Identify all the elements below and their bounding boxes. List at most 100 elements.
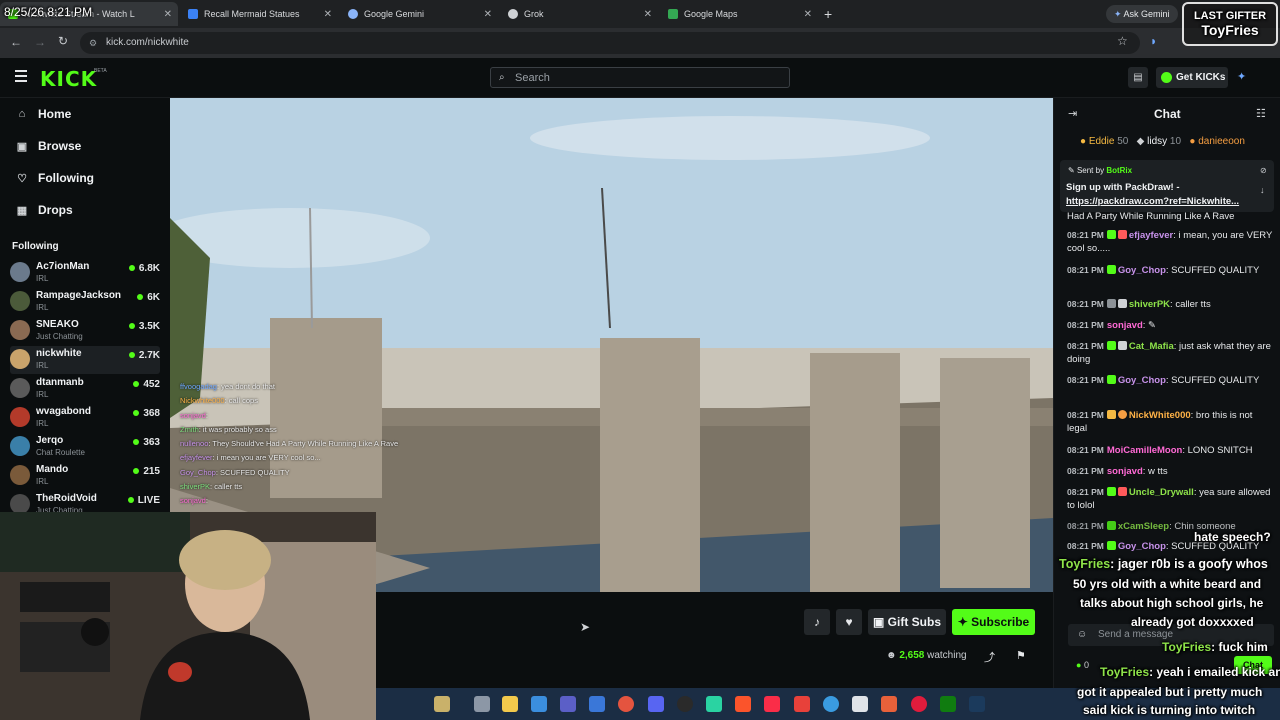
mouse-cursor-icon: ➤ — [580, 620, 591, 634]
notification-bell-button[interactable]: ♪ — [804, 609, 830, 635]
overlay-chat-line: ffvoogadag: yea dont do that — [180, 382, 275, 391]
site-info-icon[interactable]: ⚙ — [89, 32, 97, 54]
following-channel-nickwhite[interactable]: nickwhite IRL 2.7K — [10, 346, 160, 374]
chat-username[interactable]: xCamSleep — [1118, 521, 1169, 532]
gift-subs-label: Gift Subs — [887, 615, 941, 629]
share-icon[interactable]: ⤴ — [984, 649, 995, 665]
following-channel-rampagejackson[interactable]: RampageJackson IRL 6K — [10, 288, 160, 316]
tab-recall-mermaid[interactable]: Recall Mermaid Statues ✕ — [180, 2, 338, 26]
tab-google-gemini[interactable]: Google Gemini ✕ — [340, 2, 498, 26]
menu-hamburger-icon[interactable] — [15, 70, 27, 82]
chat-username[interactable]: sonjavd — [1107, 466, 1143, 477]
sub-badge-icon — [1106, 265, 1116, 274]
report-icon[interactable]: ⚑ — [1016, 649, 1026, 662]
nav-following[interactable]: ♡ Following — [16, 171, 94, 185]
following-channel-ac7ionman[interactable]: Ac7ionMan IRL 6.8K — [10, 259, 160, 287]
live-dot-icon — [133, 439, 140, 445]
channel-name: TheRoidVoid — [36, 493, 97, 504]
gifter-chip[interactable]: ● Eddie 50 — [1080, 136, 1128, 147]
file-explorer-icon[interactable] — [502, 696, 518, 712]
ask-gemini-button[interactable]: ✦ Ask Gemini — [1106, 5, 1178, 23]
nav-label: Browse — [38, 139, 82, 153]
subscribe-label: Subscribe — [971, 615, 1030, 629]
opera-icon[interactable] — [911, 696, 927, 712]
search-input[interactable]: ⌕ Search — [490, 67, 790, 88]
following-section-title: Following — [12, 241, 59, 252]
chat-username[interactable]: NickWhite000 — [1129, 410, 1191, 421]
store-icon[interactable] — [589, 696, 605, 712]
overlay-chat-user: Zmith — [180, 424, 199, 434]
bookmark-star-icon[interactable]: ☆ — [1117, 34, 1128, 48]
close-tab-icon[interactable]: ✕ — [484, 9, 492, 20]
back-arrow-icon[interactable]: ← — [10, 35, 22, 49]
chat-time: 08:21 PM — [1067, 375, 1104, 385]
chat-username[interactable]: sonjavd — [1107, 320, 1143, 331]
chat-users-icon[interactable]: ☷ — [1256, 107, 1266, 120]
music-icon[interactable] — [764, 696, 780, 712]
mail-icon[interactable] — [852, 696, 868, 712]
gifter-chip[interactable]: ● danieeoon — [1189, 136, 1245, 147]
reload-icon[interactable]: ↻ — [58, 34, 68, 48]
nav-home[interactable]: ⌂ Home — [16, 107, 72, 121]
channel-category: IRL — [36, 274, 49, 283]
clips-icon[interactable]: ▤ — [1128, 67, 1148, 88]
collapse-chat-icon[interactable]: ⇥ — [1068, 107, 1077, 120]
tts-line: hate speech? — [1194, 530, 1271, 544]
brave-icon[interactable] — [735, 696, 751, 712]
close-tab-icon[interactable]: ✕ — [644, 9, 652, 20]
xbox-icon[interactable] — [940, 696, 956, 712]
tab-grok[interactable]: Grok ✕ — [500, 2, 658, 26]
following-channel-jerqo[interactable]: Jerqo Chat Roulette 363 — [10, 433, 160, 461]
forward-arrow-icon[interactable]: → — [34, 35, 46, 49]
viewer-count: 215 — [133, 466, 160, 477]
close-tab-icon[interactable]: ✕ — [164, 9, 172, 20]
tts-user: ToyFries — [1100, 665, 1150, 679]
subscribe-button[interactable]: ✦ Subscribe — [952, 609, 1035, 635]
nav-drops[interactable]: ▦ Drops — [16, 203, 73, 217]
chat-username[interactable]: Uncle_Drywall — [1129, 487, 1194, 498]
following-channel-dtanmanb[interactable]: dtanmanb IRL 452 — [10, 375, 160, 403]
close-tab-icon[interactable]: ✕ — [324, 9, 332, 20]
pinned-link[interactable]: https://packdraw.com?ref=Nickwhite... — [1066, 196, 1239, 207]
expand-pinned-icon[interactable]: ↓ — [1260, 185, 1265, 195]
following-channel-wvagabond[interactable]: wvagabond IRL 368 — [10, 404, 160, 432]
tts-text: 50 yrs old with a white beard and — [1073, 577, 1262, 591]
app-icon[interactable] — [706, 696, 722, 712]
tab-google-maps[interactable]: Google Maps ✕ — [660, 2, 818, 26]
widgets-icon[interactable] — [434, 696, 450, 712]
help-icon[interactable] — [823, 696, 839, 712]
chat-username[interactable]: Cat_Mafia — [1129, 341, 1174, 352]
discord-icon[interactable] — [648, 696, 664, 712]
copilot-icon[interactable] — [531, 696, 547, 712]
close-tab-icon[interactable]: ✕ — [804, 9, 812, 20]
profile-avatar-icon[interactable]: ✦ — [1237, 70, 1246, 83]
gift-subs-button[interactable]: ▣ Gift Subs — [868, 609, 946, 635]
viewer-count: 2.7K — [128, 350, 160, 361]
steam-icon[interactable] — [969, 696, 985, 712]
get-kicks-button[interactable]: Get KICKs — [1156, 67, 1228, 88]
follow-heart-button[interactable]: ♥ — [836, 609, 862, 635]
following-channel-sneako[interactable]: SNEAKO Just Chatting 3.5K — [10, 317, 160, 345]
chat-username[interactable]: MoiCamilleMoon — [1107, 445, 1182, 456]
unpin-icon[interactable]: ⊘ — [1260, 166, 1267, 175]
new-tab-button[interactable]: + — [824, 6, 832, 22]
teams-icon[interactable] — [560, 696, 576, 712]
bell-icon: ♪ — [814, 615, 820, 629]
chat-username[interactable]: shiverPK — [1129, 299, 1170, 310]
extension-icon[interactable]: ◗ — [1150, 34, 1157, 48]
chat-username[interactable]: Goy_Chop — [1118, 541, 1166, 552]
app-icon[interactable] — [794, 696, 810, 712]
github-icon[interactable] — [677, 696, 693, 712]
chrome-icon[interactable] — [618, 696, 634, 712]
chat-username[interactable]: efjayfever — [1129, 230, 1173, 241]
app-icon[interactable] — [881, 696, 897, 712]
kick-logo[interactable]: KICK — [40, 67, 97, 91]
nav-browse[interactable]: ▣ Browse — [16, 139, 82, 153]
gifter-chip[interactable]: ◆ lidsy 10 — [1137, 136, 1181, 147]
url-field[interactable]: ⚙ kick.com/nickwhite — [80, 32, 1140, 54]
task-view-icon[interactable] — [474, 696, 490, 712]
chat-username[interactable]: Goy_Chop — [1118, 265, 1166, 276]
following-channel-mando[interactable]: Mando IRL 215 — [10, 462, 160, 490]
chat-username[interactable]: Goy_Chop — [1118, 375, 1166, 386]
emoji-smile-icon[interactable]: ☺ — [1077, 624, 1087, 646]
